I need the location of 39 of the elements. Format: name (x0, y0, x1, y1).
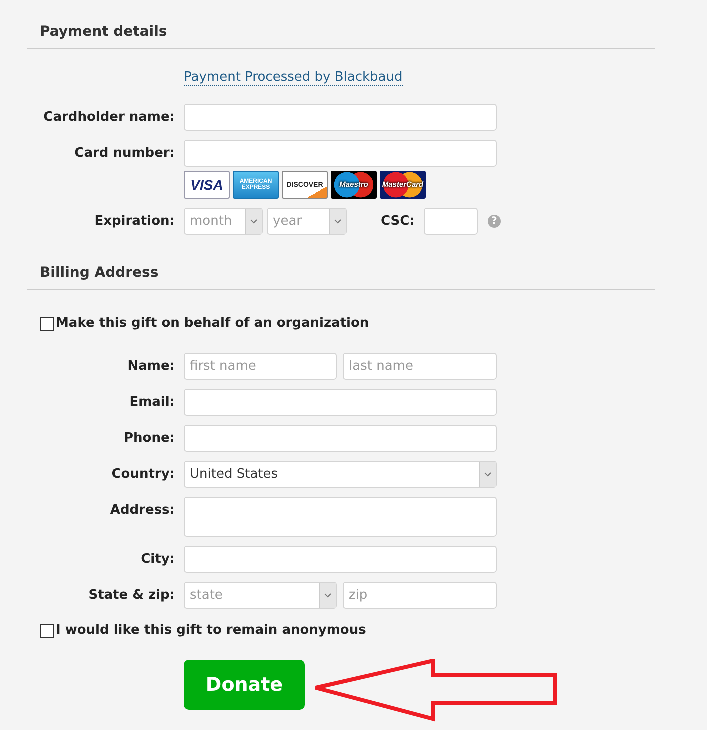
processor-link[interactable]: Payment Processed by Blackbaud (184, 70, 403, 86)
month-dropdown[interactable]: month (184, 208, 263, 235)
caret-icon (334, 219, 342, 224)
name-field[interactable]: first name (184, 353, 337, 380)
field-label: Cardholder name: (42, 110, 175, 125)
input-field[interactable] (184, 425, 497, 452)
input-field[interactable] (184, 546, 497, 573)
field-label: Email: (128, 395, 175, 410)
field-label: City: (140, 552, 175, 567)
help-icon[interactable]: ? (488, 215, 501, 228)
input-field[interactable] (184, 140, 497, 167)
field-label: Card number: (74, 146, 175, 161)
donate-button[interactable]: Donate (184, 660, 305, 710)
checkbox[interactable] (40, 316, 54, 330)
state-dropdown[interactable]: state (184, 582, 337, 609)
zip-field[interactable]: zip (343, 582, 497, 609)
field-label: State & zip: (88, 588, 175, 603)
checkbox-label: I would like this gift to remain anonymous (56, 623, 366, 638)
field-label: Name: (126, 359, 175, 374)
input-field[interactable] (424, 208, 478, 235)
field-label: Country: (110, 467, 175, 482)
country-dropdown[interactable]: United States (184, 461, 497, 488)
year-dropdown[interactable]: year (267, 208, 347, 235)
caret-icon (484, 472, 492, 477)
field-label: Expiration: (94, 214, 175, 229)
card-logo: VISA (184, 171, 230, 199)
input-field[interactable] (184, 389, 497, 416)
address-field[interactable] (184, 497, 497, 537)
field-label: Phone: (123, 431, 175, 446)
field-label: CSC: (381, 214, 415, 229)
checkbox[interactable] (40, 624, 54, 638)
caret-icon (324, 593, 332, 598)
caret-icon (250, 219, 258, 224)
section-heading: Billing Address (27, 265, 655, 290)
input-field[interactable] (184, 104, 497, 131)
section-heading: Payment details (27, 24, 655, 49)
field-label: Address: (109, 502, 175, 518)
name-field[interactable]: last name (343, 353, 497, 380)
checkbox-label: Make this gift on behalf of an organization (56, 316, 370, 331)
